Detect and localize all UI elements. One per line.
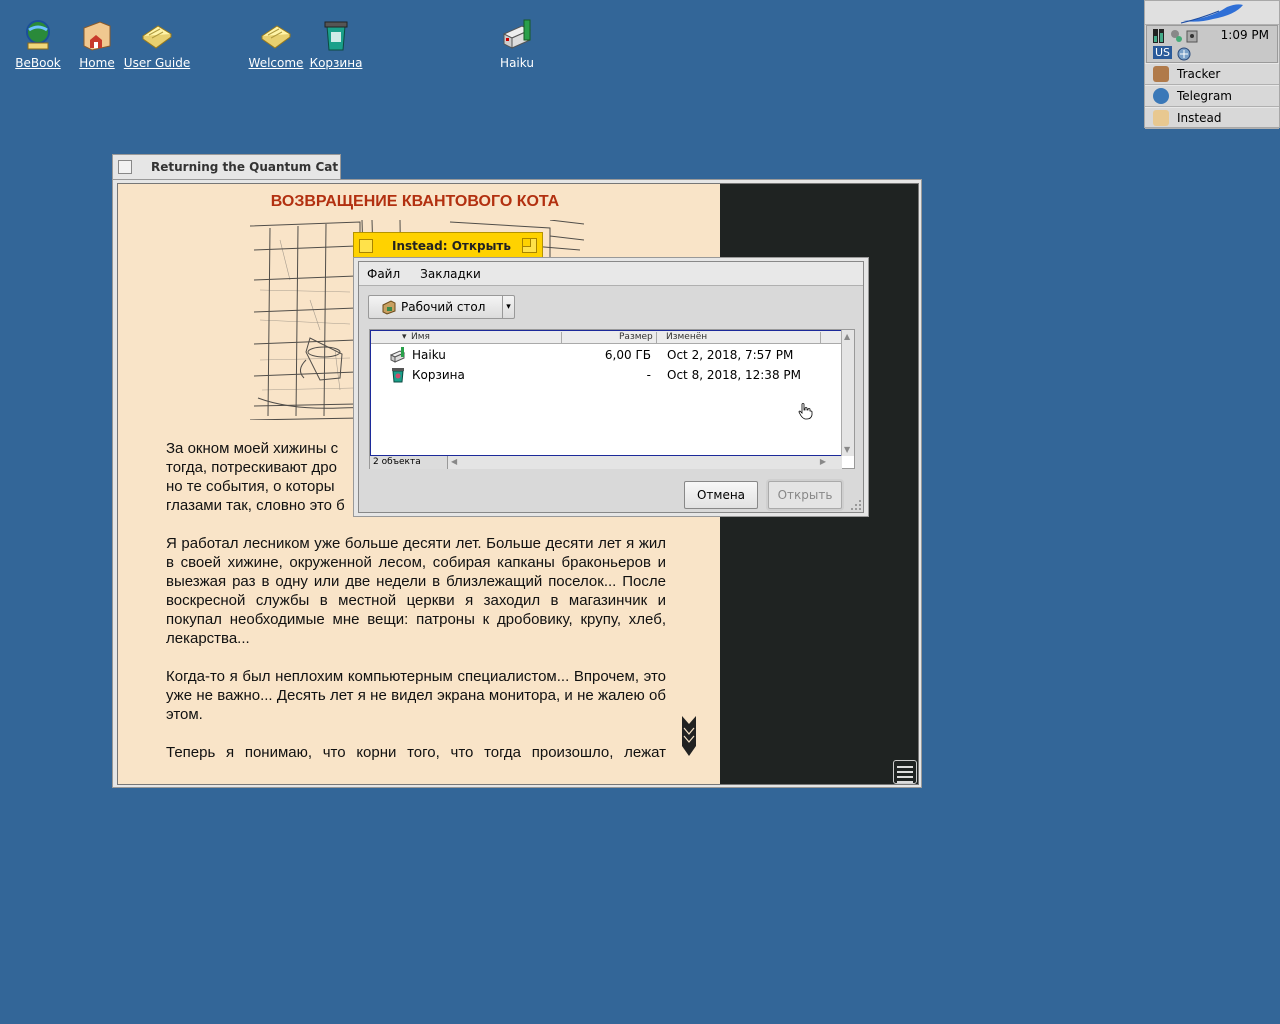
scroll-up-icon[interactable]: ▲: [844, 332, 850, 341]
scroll-right-icon[interactable]: ▶: [820, 457, 826, 466]
instead-icon: [1153, 110, 1169, 126]
item-count: 2 объекта: [370, 456, 448, 469]
file-modified: Oct 2, 2018, 7:57 PM: [667, 348, 794, 362]
hand-cursor-icon: [798, 403, 813, 420]
deskbar-app-instead[interactable]: Instead: [1145, 107, 1279, 129]
window-close-button[interactable]: [118, 160, 132, 174]
deskbar: 1:09 PM US Tracker Telegram Instead: [1144, 0, 1280, 129]
column-size[interactable]: Размер: [619, 332, 653, 342]
clock[interactable]: 1:09 PM: [1221, 28, 1269, 42]
cancel-button[interactable]: Отмена: [684, 481, 758, 509]
vertical-scrollbar[interactable]: ▲ ▼: [841, 330, 854, 456]
scroll-left-icon[interactable]: ◀: [451, 457, 457, 466]
trash-icon: [319, 18, 353, 52]
sort-arrow-icon: ▾: [402, 332, 407, 342]
desktop-icon-haiku-volume[interactable]: Haiku: [477, 18, 557, 70]
file-size: 6,00 ГБ: [604, 348, 651, 362]
deskbar-app-label: Instead: [1177, 111, 1222, 125]
column-name[interactable]: Имя: [411, 332, 430, 342]
open-file-dialog: Файл Закладки Рабочий стол ▾ ▾ Имя Разме…: [353, 257, 869, 517]
menu-file[interactable]: Файл: [363, 267, 400, 281]
haiku-leaf-icon: [1180, 4, 1243, 24]
desktop-folder-icon: [382, 300, 396, 315]
open-button[interactable]: Открыть: [768, 481, 842, 509]
dialog-title: Instead: Открыть: [392, 239, 511, 253]
scroll-down-icon[interactable]: [681, 716, 697, 756]
deskbar-app-tracker[interactable]: Tracker: [1145, 63, 1279, 85]
story-paragraph: Теперь я понимаю, что корни того, что то…: [166, 744, 666, 761]
telegram-icon: [1153, 88, 1169, 104]
book-icon: [259, 18, 293, 52]
dialog-close-button[interactable]: [359, 239, 373, 253]
resize-grip-icon[interactable]: [850, 499, 862, 511]
horizontal-scrollbar[interactable]: ◀ ▶: [448, 456, 842, 469]
file-row[interactable]: Haiku 6,00 ГБ Oct 2, 2018, 7:57 PM: [371, 345, 841, 365]
home-folder-icon: [80, 18, 114, 52]
menu-icon[interactable]: [893, 760, 917, 784]
column-modified[interactable]: Изменён: [666, 332, 707, 342]
desktop-icon-label: User Guide: [123, 56, 191, 70]
file-name: Корзина: [412, 368, 465, 382]
leaf-menu-button[interactable]: [1145, 1, 1279, 25]
deskbar-app-label: Tracker: [1177, 67, 1221, 81]
file-size: -: [646, 368, 651, 382]
tracker-icon: [1153, 66, 1169, 82]
dialog-menubar: Файл Закладки: [359, 262, 863, 286]
story-paragraph: Я работал лесником уже больше десяти лет…: [166, 535, 666, 647]
scroll-down-icon[interactable]: ▼: [844, 445, 850, 454]
file-modified: Oct 8, 2018, 12:38 PM: [667, 368, 801, 382]
desktop-icon-label: Haiku: [500, 56, 534, 70]
book-title: ВОЗВРАЩЕНИЕ КВАНТОВОГО КОТА: [270, 193, 560, 210]
zoom-icon[interactable]: [522, 238, 537, 253]
window-tab[interactable]: Returning the Quantum Cat: [112, 154, 341, 180]
desktop-icon-trash[interactable]: Корзина: [296, 18, 376, 70]
deskbar-app-label: Telegram: [1177, 89, 1232, 103]
window-title: Returning the Quantum Cat: [151, 160, 339, 174]
location-label: Рабочий стол: [401, 300, 486, 314]
story-paragraph: Когда-то я был неплохим компьютерным спе…: [166, 668, 666, 723]
tray-status-icons: [1153, 29, 1198, 43]
globe-book-icon: [21, 18, 55, 52]
disk-volume-icon: [390, 347, 406, 363]
book-icon: [140, 18, 174, 52]
file-row[interactable]: Корзина - Oct 8, 2018, 12:38 PM: [371, 365, 841, 385]
file-name: Haiku: [412, 348, 446, 362]
network-icon[interactable]: [1177, 47, 1191, 61]
location-dropdown[interactable]: Рабочий стол ▾: [368, 295, 515, 319]
file-list-header: ▾ Имя Размер Изменён: [371, 331, 841, 344]
menu-bookmarks[interactable]: Закладки: [416, 267, 481, 281]
file-list: ▾ Имя Размер Изменён Haiku 6,00 ГБ Oct 2…: [369, 329, 855, 469]
deskbar-app-telegram[interactable]: Telegram: [1145, 85, 1279, 107]
dialog-tab[interactable]: Instead: Открыть: [353, 232, 543, 258]
chevron-down-icon[interactable]: ▾: [502, 296, 514, 318]
disk-volume-icon: [500, 18, 534, 52]
dialog-body: Файл Закладки Рабочий стол ▾ ▾ Имя Разме…: [358, 261, 864, 513]
file-list-view[interactable]: ▾ Имя Размер Изменён Haiku 6,00 ГБ Oct 2…: [370, 330, 842, 456]
desktop-icon-label: Корзина: [309, 56, 363, 70]
desktop-icon-user-guide[interactable]: User Guide: [117, 18, 197, 70]
system-tray: 1:09 PM US: [1146, 25, 1278, 63]
trash-icon: [392, 368, 404, 383]
keymap-indicator[interactable]: US: [1153, 46, 1173, 59]
